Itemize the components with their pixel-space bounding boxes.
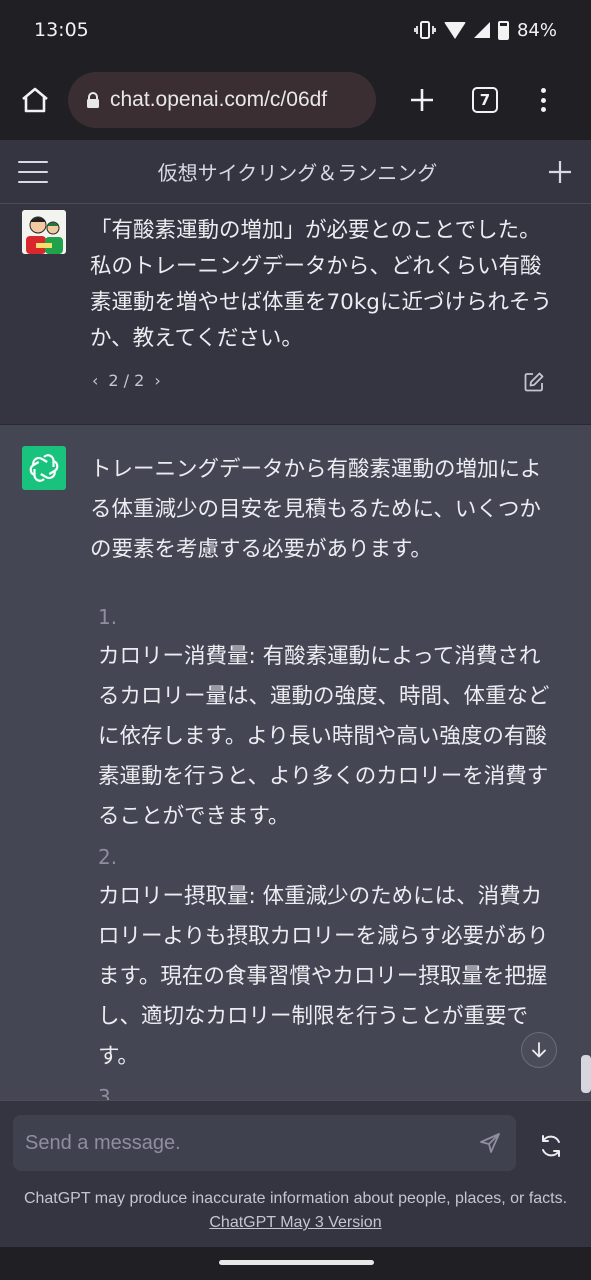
home-icon <box>22 87 48 113</box>
regenerate-button[interactable] <box>534 1129 568 1163</box>
composer-area: ChatGPT may produce inaccurate informati… <box>0 1100 591 1247</box>
status-icons: 84% <box>414 20 557 41</box>
conversation-title: 仮想サイクリング＆ランニング <box>157 161 438 185</box>
lock-icon <box>87 92 99 108</box>
user-avatar <box>22 210 66 254</box>
message-input[interactable] <box>25 1131 476 1155</box>
user-avatar-image <box>22 210 66 254</box>
url-text: chat.openai.com/c/06df <box>110 88 328 111</box>
list-item-number: 2. <box>98 845 118 869</box>
status-time: 13:05 <box>34 19 89 41</box>
scrollbar-thumb[interactable] <box>581 1055 591 1093</box>
send-icon <box>480 1133 500 1153</box>
menu-dot-icon <box>540 88 546 93</box>
user-message: 「有酸素運動の増加」が必要とのことでした。私のトレーニングデータから、どれくらい… <box>0 205 591 425</box>
assistant-ordered-list: 1. カロリー消費量: 有酸素運動によって消費されるカロリー量は、運動の強度、時… <box>98 597 550 1100</box>
wifi-icon <box>443 21 466 39</box>
plus-icon <box>411 89 433 111</box>
list-item-number: 1. <box>98 605 118 629</box>
list-item-number: 3. <box>98 1085 118 1100</box>
new-chat-plus-icon[interactable] <box>547 159 573 185</box>
address-bar[interactable]: chat.openai.com/c/06df <box>68 72 376 128</box>
menu-dot-icon <box>540 97 546 103</box>
version-link[interactable]: ChatGPT May 3 Version <box>209 1214 381 1231</box>
arrow-down-icon <box>532 1042 546 1058</box>
refresh-icon <box>542 1135 560 1157</box>
battery-icon <box>497 20 509 40</box>
scroll-to-bottom-button[interactable] <box>521 1032 557 1068</box>
browser-menu-button[interactable] <box>538 82 548 118</box>
tab-switcher-button[interactable]: 7 <box>472 87 498 113</box>
send-button[interactable] <box>476 1129 504 1157</box>
chat-header: 仮想サイクリング＆ランニング <box>0 140 591 204</box>
conversation-thread[interactable]: 「有酸素運動の増加」が必要とのことでした。私のトレーニングデータから、どれくらい… <box>0 205 591 1100</box>
message-input-box[interactable] <box>13 1115 516 1171</box>
system-navigation-bar <box>0 1247 591 1280</box>
chatgpt-logo-icon <box>22 446 66 490</box>
edit-icon[interactable] <box>523 371 545 393</box>
user-message-text: 「有酸素運動の増加」が必要とのことでした。私のトレーニングデータから、どれくらい… <box>90 218 552 351</box>
list-item-text: カロリー消費量: 有酸素運動によって消費されるカロリー量は、運動の強度、時間、体… <box>98 644 550 829</box>
message-pager: ‹ 2 / 2 › <box>92 371 161 390</box>
hamburger-menu-icon[interactable] <box>18 160 48 183</box>
vibrate-icon <box>414 21 436 39</box>
status-bar: 13:05 84% <box>0 0 591 60</box>
signal-icon <box>473 22 490 38</box>
list-item-text: カロリー摂取量: 体重減少のためには、消費カロリーよりも摂取カロリーを減らす必要… <box>98 884 549 1069</box>
battery-percent: 84% <box>516 19 557 41</box>
browser-toolbar: chat.openai.com/c/06df 7 <box>0 60 591 140</box>
disclaimer-text: ChatGPT may produce inaccurate informati… <box>23 1190 568 1207</box>
assistant-message: トレーニングデータから有酸素運動の増加による体重減少の目安を見積もるために、いく… <box>0 425 591 1100</box>
home-button[interactable] <box>14 79 56 121</box>
chevron-left-icon[interactable]: ‹ <box>92 371 98 390</box>
disclaimer: ChatGPT may produce inaccurate informati… <box>20 1187 571 1235</box>
new-tab-button[interactable] <box>404 82 440 118</box>
chevron-right-icon[interactable]: › <box>154 371 160 390</box>
home-gesture-indicator[interactable] <box>219 1260 374 1265</box>
pager-label: 2 / 2 <box>108 371 145 390</box>
menu-dot-icon <box>540 107 546 112</box>
assistant-intro-text: トレーニングデータから有酸素運動の増加による体重減少の目安を見積もるために、いく… <box>90 457 542 562</box>
